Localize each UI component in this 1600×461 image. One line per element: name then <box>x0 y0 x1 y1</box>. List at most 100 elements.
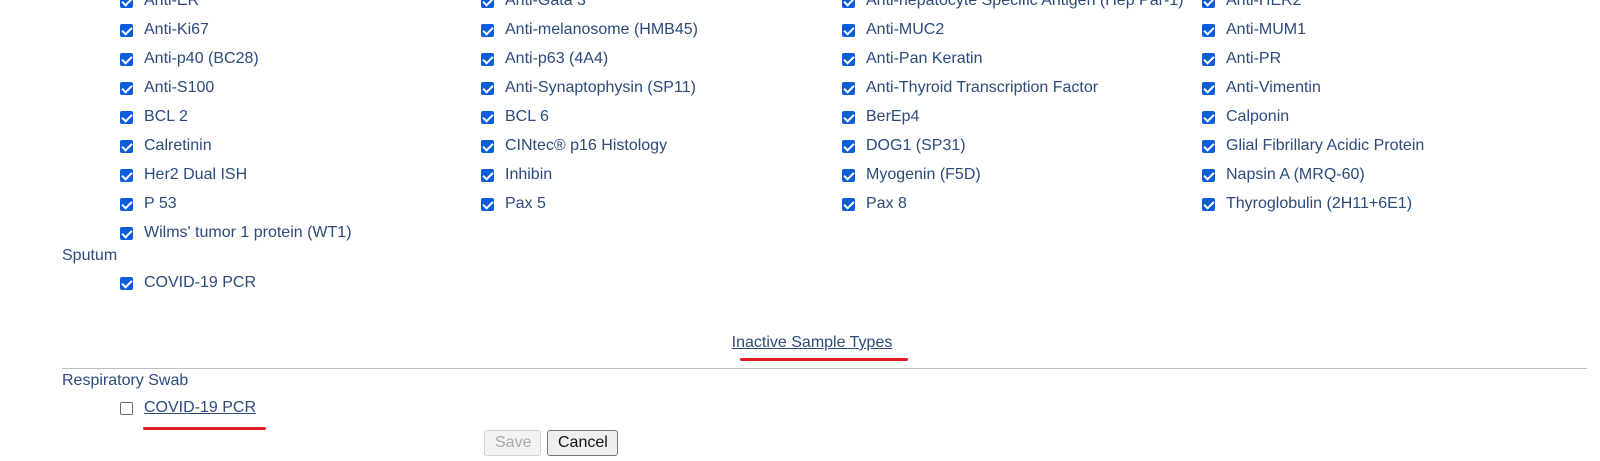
checkbox-checked[interactable] <box>842 110 855 124</box>
test-checkbox-anti-p40[interactable]: Anti-p40 (BC28) <box>120 48 259 70</box>
checkbox-checked[interactable] <box>120 226 133 240</box>
inactive-sample-types-link[interactable]: Inactive Sample Types <box>732 334 893 351</box>
checkbox-checked[interactable] <box>842 139 855 153</box>
checkbox-checked[interactable] <box>120 23 133 37</box>
checkbox-checked[interactable] <box>842 0 855 8</box>
test-row-1: Anti-ER Anti-Gata 3 Anti-hepatocyte Spec… <box>0 0 1600 19</box>
test-checkbox-p53[interactable]: P 53 <box>120 193 177 215</box>
test-label: Calponin <box>1226 108 1290 125</box>
checkbox-checked[interactable] <box>842 52 855 66</box>
test-label: Her2 Dual ISH <box>144 166 248 183</box>
checkbox-checked[interactable] <box>1202 197 1215 211</box>
test-label: Anti-p63 (4A4) <box>505 50 609 67</box>
test-checkbox-anti-ttf[interactable]: Anti-Thyroid Transcription Factor <box>842 77 1098 99</box>
checkbox-checked[interactable] <box>120 168 133 182</box>
checkbox-checked[interactable] <box>481 168 494 182</box>
test-checkbox-anti-hep-par-1[interactable]: Anti-hepatocyte Specific Antigen (Hep Pa… <box>842 0 1184 12</box>
test-checkbox-anti-p63[interactable]: Anti-p63 (4A4) <box>481 48 608 70</box>
test-checkbox-her2-dual-ish[interactable]: Her2 Dual ISH <box>120 164 247 186</box>
checkbox-checked[interactable] <box>481 0 494 8</box>
checkbox-checked[interactable] <box>1202 81 1215 95</box>
test-checkbox-gfap[interactable]: Glial Fibrillary Acidic Protein <box>1202 135 1424 157</box>
test-label: BCL 2 <box>144 108 188 125</box>
checkbox-checked[interactable] <box>120 139 133 153</box>
test-checkbox-pax-8[interactable]: Pax 8 <box>842 193 907 215</box>
checkbox-checked[interactable] <box>120 110 133 124</box>
test-checkbox-bcl-6[interactable]: BCL 6 <box>481 106 549 128</box>
checkbox-checked[interactable] <box>1202 23 1215 37</box>
test-checkbox-anti-vimentin[interactable]: Anti-Vimentin <box>1202 77 1321 99</box>
checkbox-checked[interactable] <box>842 168 855 182</box>
annotation-underline-inactive-header <box>740 358 908 361</box>
test-checkbox-anti-synaptophysin[interactable]: Anti-Synaptophysin (SP11) <box>481 77 696 99</box>
checkbox-checked[interactable] <box>481 81 494 95</box>
test-label: Wilms' tumor 1 protein (WT1) <box>144 224 352 241</box>
cancel-button[interactable]: Cancel <box>547 430 618 456</box>
sample-type-label-respiratory-swab: Respiratory Swab <box>62 372 189 389</box>
test-checkbox-pax-5[interactable]: Pax 5 <box>481 193 546 215</box>
test-row-4: Anti-S100 Anti-Synaptophysin (SP11) Anti… <box>0 77 1600 106</box>
test-checkbox-anti-muc2[interactable]: Anti-MUC2 <box>842 19 944 41</box>
test-checkbox-bcl-2[interactable]: BCL 2 <box>120 106 188 128</box>
test-row-6: Calretinin CINtec® p16 Histology DOG1 (S… <box>0 135 1600 164</box>
checkbox-checked[interactable] <box>842 81 855 95</box>
test-checkbox-anti-s100[interactable]: Anti-S100 <box>120 77 214 99</box>
test-checkbox-napsin-a[interactable]: Napsin A (MRQ-60) <box>1202 164 1365 186</box>
test-checkbox-anti-pan-keratin[interactable]: Anti-Pan Keratin <box>842 48 983 70</box>
test-row-2: Anti-Ki67 Anti-melanosome (HMB45) Anti-M… <box>0 19 1600 48</box>
test-checkbox-anti-her2[interactable]: Anti-HER2 <box>1202 0 1302 12</box>
test-label: Anti-melanosome (HMB45) <box>505 21 698 38</box>
test-label: COVID-19 PCR <box>144 274 257 291</box>
test-label: Pax 5 <box>505 195 546 212</box>
checkbox-checked[interactable] <box>1202 0 1215 8</box>
save-button[interactable]: Save <box>484 430 541 456</box>
test-checkbox-anti-ki67[interactable]: Anti-Ki67 <box>120 19 209 41</box>
test-label: Thyroglobulin (2H11+6E1) <box>1226 195 1413 212</box>
test-checkbox-anti-mum1[interactable]: Anti-MUM1 <box>1202 19 1306 41</box>
test-checkbox-thyroglobulin[interactable]: Thyroglobulin (2H11+6E1) <box>1202 193 1412 215</box>
checkbox-checked[interactable] <box>481 139 494 153</box>
checkbox-checked[interactable] <box>842 197 855 211</box>
checkbox-checked[interactable] <box>120 276 133 290</box>
test-label: BCL 6 <box>505 108 549 125</box>
checkbox-checked[interactable] <box>120 0 133 8</box>
checkbox-unchecked[interactable] <box>120 401 133 415</box>
checkbox-checked[interactable] <box>842 23 855 37</box>
test-label: P 53 <box>144 195 177 212</box>
test-label[interactable]: COVID-19 PCR <box>144 397 256 419</box>
test-checkbox-anti-melanosome[interactable]: Anti-melanosome (HMB45) <box>481 19 698 41</box>
test-checkbox-anti-pr[interactable]: Anti-PR <box>1202 48 1281 70</box>
test-label: Glial Fibrillary Acidic Protein <box>1226 137 1425 154</box>
test-label: Anti-ER <box>144 0 200 9</box>
checkbox-checked[interactable] <box>1202 168 1215 182</box>
test-checkbox-inhibin[interactable]: Inhibin <box>481 164 552 186</box>
checkbox-checked[interactable] <box>481 52 494 66</box>
checkbox-checked[interactable] <box>1202 139 1215 153</box>
test-label: Anti-Thyroid Transcription Factor <box>866 79 1099 96</box>
test-label: Anti-HER2 <box>1226 0 1302 9</box>
checkbox-checked[interactable] <box>481 23 494 37</box>
test-checkbox-anti-er[interactable]: Anti-ER <box>120 0 199 12</box>
sputum-row: COVID-19 PCR <box>0 272 1600 301</box>
test-checkbox-cintec-p16[interactable]: CINtec® p16 Histology <box>481 135 667 157</box>
test-checkbox-wt1[interactable]: Wilms' tumor 1 protein (WT1) <box>120 222 352 244</box>
checkbox-checked[interactable] <box>481 197 494 211</box>
test-checkbox-dog1[interactable]: DOG1 (SP31) <box>842 135 966 157</box>
checkbox-checked[interactable] <box>1202 110 1215 124</box>
test-checkbox-respiratory-swab-covid-19-pcr[interactable]: COVID-19 PCR <box>120 397 256 419</box>
checkbox-checked[interactable] <box>1202 52 1215 66</box>
inactive-sample-types-header: Inactive Sample Types <box>0 334 1600 352</box>
test-checkbox-calponin[interactable]: Calponin <box>1202 106 1289 128</box>
test-label: Anti-MUC2 <box>866 21 945 38</box>
test-checkbox-myogenin[interactable]: Myogenin (F5D) <box>842 164 981 186</box>
test-checkbox-anti-gata-3[interactable]: Anti-Gata 3 <box>481 0 586 12</box>
test-checkbox-berep4[interactable]: BerEp4 <box>842 106 919 128</box>
checkbox-checked[interactable] <box>481 110 494 124</box>
test-label: Anti-Pan Keratin <box>866 50 983 67</box>
test-label: Anti-MUM1 <box>1226 21 1307 38</box>
test-checkbox-calretinin[interactable]: Calretinin <box>120 135 212 157</box>
checkbox-checked[interactable] <box>120 81 133 95</box>
checkbox-checked[interactable] <box>120 52 133 66</box>
checkbox-checked[interactable] <box>120 197 133 211</box>
test-checkbox-sputum-covid-19-pcr[interactable]: COVID-19 PCR <box>120 272 256 294</box>
